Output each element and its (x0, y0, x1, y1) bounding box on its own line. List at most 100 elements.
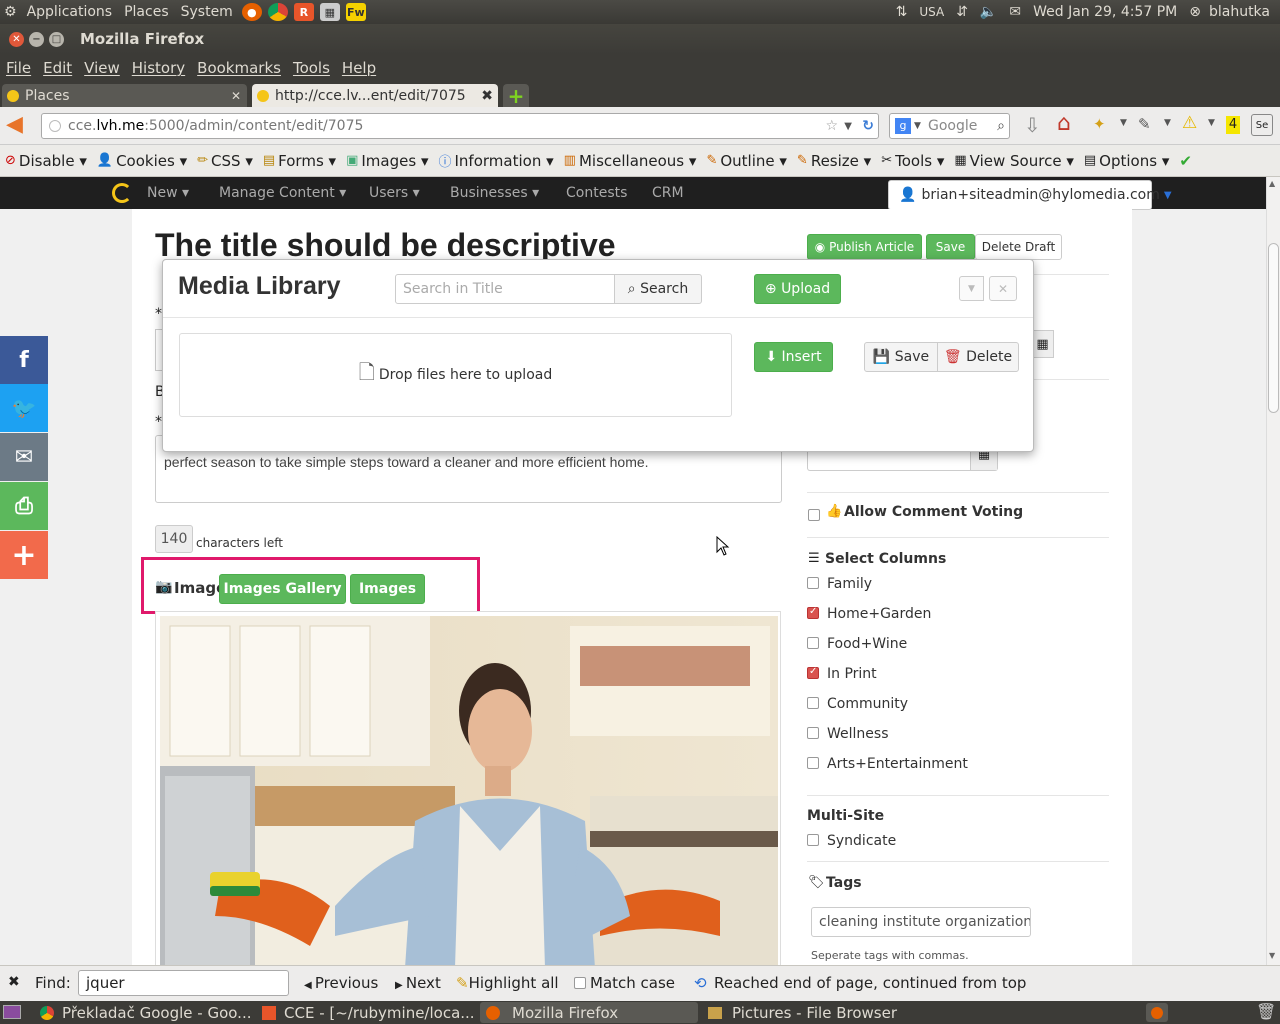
scrollbar-thumb[interactable] (1268, 243, 1279, 413)
site-logo-icon[interactable] (112, 183, 132, 203)
system-menu[interactable]: System (175, 4, 239, 20)
column-checkbox[interactable] (807, 727, 819, 739)
dev-forms[interactable]: ▤ Forms ▾ (258, 152, 341, 170)
task-google-translate[interactable]: Překladač Google - Goo... (36, 1002, 254, 1023)
scroll-up-icon[interactable]: ▲ (1269, 179, 1275, 188)
modal-collapse-button[interactable]: ▼ (959, 276, 984, 301)
column-home-garden[interactable]: Home+Garden (807, 606, 931, 622)
column-checkbox[interactable] (807, 757, 819, 769)
show-desktop-icon[interactable] (3, 1005, 21, 1019)
dev-disable[interactable]: ⊘ Disable ▾ (0, 152, 92, 170)
close-find-icon[interactable]: ✖ (8, 974, 20, 990)
bookmark-star-icon[interactable]: ☆ (825, 118, 838, 134)
close-window-icon[interactable]: ✕ (9, 31, 24, 47)
syndicate-option[interactable]: Syndicate (807, 833, 896, 849)
task-file-browser[interactable]: Pictures - File Browser (702, 1002, 920, 1023)
modal-search-button[interactable]: ⌕ Search (614, 274, 702, 304)
reload-icon[interactable]: ↻ (862, 118, 874, 134)
column-checkbox[interactable] (807, 637, 819, 649)
modal-delete-button[interactable]: 🗑 Delete (937, 342, 1019, 372)
back-arrow-icon[interactable]: ◀ (6, 112, 23, 137)
firefox-icon[interactable]: ● (241, 3, 262, 21)
delete-draft-button[interactable]: Delete Draft (975, 234, 1062, 260)
find-input[interactable]: jquer (78, 970, 289, 996)
user-name[interactable]: blahutka (1203, 4, 1280, 20)
menu-history[interactable]: History (126, 59, 191, 77)
extension-dropdown-icon[interactable]: ▼ (1120, 118, 1127, 128)
images-gallery-button[interactable]: Images Gallery (219, 574, 346, 604)
column-checkbox[interactable] (807, 606, 819, 619)
column-checkbox[interactable] (807, 697, 819, 709)
extension-icon[interactable]: ✦ (1093, 115, 1106, 133)
dev-resize[interactable]: ✎ Resize ▾ (792, 152, 876, 170)
home-icon[interactable]: ⌂ (1057, 111, 1071, 136)
nav-users[interactable]: Users ▾ (369, 185, 420, 201)
firefox-tray-icon[interactable] (1146, 1003, 1168, 1022)
menu-file[interactable]: File (0, 59, 37, 77)
search-magnifier-icon[interactable]: ⌕ (997, 118, 1005, 134)
find-highlight-all[interactable]: ✎Highlight all (456, 974, 559, 992)
nav-new[interactable]: New ▾ (147, 185, 189, 201)
dev-information[interactable]: ⓘ Information ▾ (433, 151, 558, 171)
menu-help[interactable]: Help (336, 59, 382, 77)
dev-css[interactable]: ✏ CSS ▾ (192, 152, 258, 170)
modal-insert-button[interactable]: ⬇ Insert (754, 342, 833, 372)
ubuntu-logo-icon[interactable]: ⚙ (0, 4, 21, 20)
menu-view[interactable]: View (78, 59, 126, 77)
minimize-window-icon[interactable]: − (29, 31, 44, 47)
close-tab-icon[interactable]: ✕ (231, 89, 241, 103)
places-menu[interactable]: Places (118, 4, 175, 20)
modal-search-input[interactable]: Search in Title (395, 274, 615, 304)
dev-outline[interactable]: ✎ Outline ▾ (701, 152, 791, 170)
tab-places[interactable]: Places ✕ (2, 84, 247, 107)
dev-images[interactable]: ▣ Images ▾ (341, 152, 433, 170)
fireworks-icon[interactable]: Fw (345, 3, 366, 21)
column-wellness[interactable]: Wellness (807, 726, 889, 742)
twitter-share-button[interactable]: 🐦 (0, 384, 48, 432)
search-bar[interactable]: g ▼ Google ⌕ (889, 113, 1010, 139)
task-firefox[interactable]: Mozilla Firefox (480, 1002, 698, 1023)
column-checkbox[interactable] (807, 577, 819, 589)
syndicate-checkbox[interactable] (807, 834, 819, 846)
column-family[interactable]: Family (807, 576, 872, 592)
column-community[interactable]: Community (807, 696, 908, 712)
url-bar[interactable]: cce. lvh.me:5000/admin/content/edit/7075 … (41, 113, 879, 139)
engine-dropdown-icon[interactable]: ▼ (914, 121, 921, 131)
dropzone[interactable]: 🗋 Drop files here to upload (179, 333, 732, 417)
network-icon[interactable]: ⇅ (890, 4, 914, 20)
user-icon[interactable]: ⊗ (1183, 4, 1203, 20)
column-in-print[interactable]: In Print (807, 666, 877, 682)
chrome-icon[interactable] (267, 3, 288, 21)
dev-view-source[interactable]: ▦ View Source ▾ (949, 152, 1079, 170)
column-arts-entertainment[interactable]: Arts+Entertainment (807, 756, 968, 772)
find-match-case[interactable]: Match case (574, 974, 675, 992)
calculator-icon[interactable]: ▦ (319, 3, 340, 21)
modal-close-button[interactable]: ✕ (989, 276, 1017, 301)
close-tab-icon[interactable]: ✖ (481, 88, 493, 104)
maximize-window-icon[interactable]: □ (49, 31, 64, 47)
clock[interactable]: Wed Jan 29, 4:57 PM (1027, 4, 1183, 20)
menu-tools[interactable]: Tools (287, 59, 336, 77)
dropdown-icon[interactable]: ▼ (844, 121, 852, 132)
warning-icon[interactable]: ⚠ (1182, 113, 1197, 133)
transfer-icon[interactable]: ⇵ (950, 4, 974, 20)
tags-input[interactable]: cleaning institute organization, h (811, 907, 1031, 937)
applications-menu[interactable]: Applications (21, 4, 119, 20)
scroll-down-icon[interactable]: ▼ (1269, 951, 1275, 960)
menu-bookmarks[interactable]: Bookmarks (191, 59, 287, 77)
calendar-field-fragment[interactable]: ▦ (1032, 330, 1054, 358)
eyedropper-dropdown-icon[interactable]: ▼ (1164, 118, 1171, 128)
nav-manage-content[interactable]: Manage Content ▾ (219, 185, 346, 201)
column-checkbox[interactable] (807, 666, 819, 679)
allow-voting-checkbox[interactable] (808, 509, 820, 521)
download-icon[interactable]: ⇩ (1024, 113, 1041, 137)
find-next[interactable]: ▶ Next (395, 974, 441, 992)
dev-options[interactable]: ▤ Options ▾ (1079, 152, 1175, 170)
more-share-button[interactable]: + (0, 531, 48, 579)
eyedropper-icon[interactable]: ✎ (1138, 115, 1151, 133)
keyboard-layout[interactable]: USA (913, 5, 950, 19)
menu-edit[interactable]: Edit (37, 59, 78, 77)
google-engine-icon[interactable]: g (895, 118, 911, 134)
warning-dropdown-icon[interactable]: ▼ (1208, 118, 1215, 128)
find-previous[interactable]: ◀ Previous (304, 974, 378, 992)
